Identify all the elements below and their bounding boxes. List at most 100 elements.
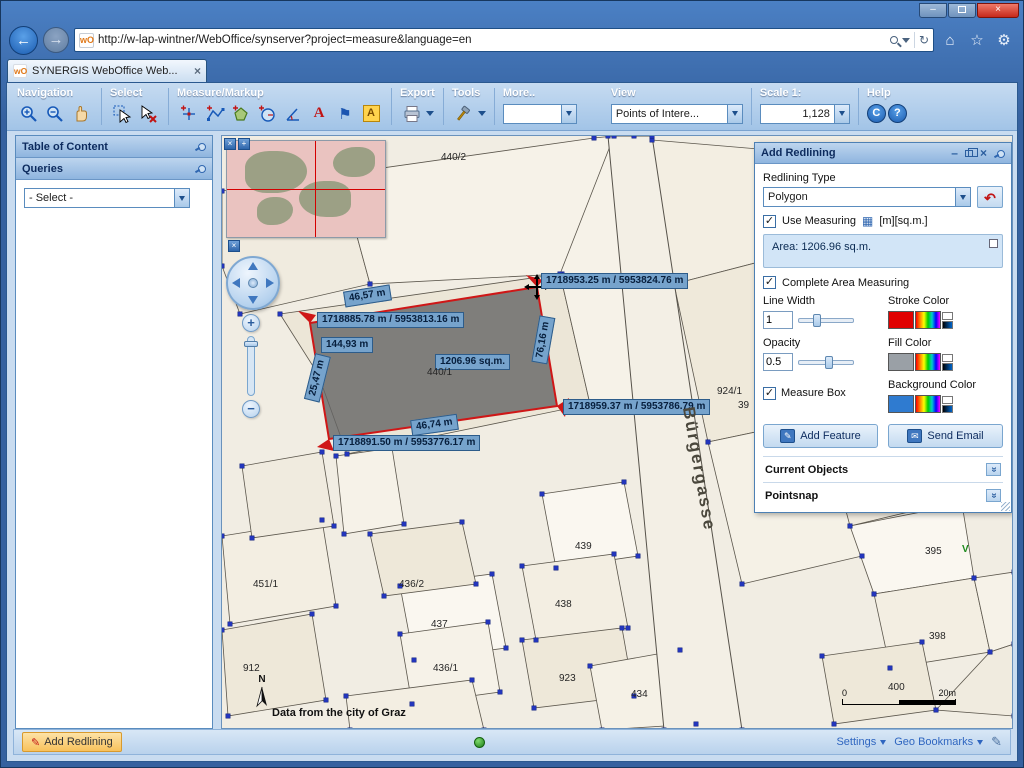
panel-close-icon[interactable]: × [980,146,987,160]
opacity-slider[interactable] [798,360,854,365]
expand-chevron-icon[interactable]: » [986,463,1001,476]
window-close-button[interactable]: × [977,3,1019,18]
opacity-input[interactable] [763,353,793,371]
export-dropdown-icon[interactable] [426,111,434,116]
measure-azimuth-tool[interactable] [281,102,305,126]
measure-distance-tool[interactable] [203,102,227,126]
url-field[interactable]: wO http://w-lap-wintner/WebOffice/synser… [74,28,934,52]
overview-pan-button[interactable]: + [238,138,250,150]
redline-flag-tool[interactable]: ⚑ [333,102,357,126]
pin-icon[interactable] [195,141,206,152]
view-dropdown[interactable]: Points of Intere... [611,104,743,124]
slider-thumb[interactable] [825,356,833,369]
copyright-button[interactable]: C [867,104,886,123]
active-tool-chip[interactable]: ✎ Add Redlining [22,732,122,752]
window-minimize-button[interactable]: – [919,3,947,18]
fill-color-swatch[interactable] [888,353,914,371]
search-icon[interactable] [890,36,898,44]
stroke-color-swatch[interactable] [888,311,914,329]
color-option[interactable] [942,396,953,404]
zoom-slider-handle[interactable] [244,341,258,347]
more-dropdown[interactable] [503,104,577,124]
slider-thumb[interactable] [813,314,821,327]
color-option[interactable] [942,312,953,320]
dropdown-button[interactable] [174,189,189,207]
background-color-picker[interactable] [888,394,1003,414]
pointsnap-section[interactable]: Pointsnap » [763,482,1003,508]
tab-close-icon[interactable]: × [194,65,201,77]
panel-pin-icon[interactable] [994,148,1005,159]
zoom-out-button[interactable]: − [242,400,260,418]
stroke-color-picker[interactable] [888,310,1003,330]
url-text[interactable]: http://w-lap-wintner/WebOffice/synserver… [98,34,886,46]
measure-circle-tool[interactable] [255,102,279,126]
line-width-input[interactable] [763,311,793,329]
dropdown-button[interactable] [727,105,742,123]
units-grid-icon[interactable]: ▦ [862,214,873,228]
queries-header[interactable]: Queries [16,158,212,180]
zoom-slider[interactable] [247,336,255,396]
url-dropdown-icon[interactable] [902,38,910,43]
line-width-slider[interactable] [798,318,854,323]
complete-area-checkbox[interactable]: ✓ [763,276,776,289]
settings-menu[interactable]: Settings [836,736,886,748]
overview-close-button[interactable]: × [224,138,236,150]
refresh-icon[interactable]: ↻ [919,29,929,51]
units-label[interactable]: [m][sq.m.] [879,215,927,227]
favorites-star-icon[interactable]: ☆ [966,31,988,49]
pan-center-button[interactable] [248,278,258,288]
use-measuring-checkbox[interactable]: ✓ [763,215,776,228]
select-features-tool[interactable] [110,102,134,126]
color-option[interactable] [942,363,953,371]
color-option[interactable] [942,354,953,362]
color-option[interactable] [942,405,953,413]
pan-compass[interactable] [226,256,280,310]
window-restore-button[interactable] [948,3,976,18]
measure-area-tool[interactable] [229,102,253,126]
zoom-in-button[interactable]: + [242,314,260,332]
tools-dropdown-icon[interactable] [478,111,486,116]
redline-text-tool[interactable]: A [307,102,331,126]
map-viewport[interactable]: 1718953.25 m / 5953824.76 m46,57 m171888… [221,135,1013,729]
color-option[interactable] [942,321,953,329]
geo-bookmarks-menu[interactable]: Geo Bookmarks [894,736,983,748]
forward-button[interactable]: → [43,27,69,53]
background-rainbow-swatch[interactable] [915,395,941,413]
add-feature-button[interactable]: ✎ Add Feature [763,424,878,448]
help-button[interactable]: ? [888,104,907,123]
background-color-swatch[interactable] [888,395,914,413]
measure-coordinate-tool[interactable] [177,102,201,126]
dropdown-button[interactable] [561,105,576,123]
expand-chevron-icon[interactable]: » [986,489,1001,502]
redline-label-tool[interactable]: A [359,102,383,126]
undo-button[interactable]: ↶ [977,186,1003,208]
zoom-out-tool[interactable] [43,102,67,126]
current-objects-section[interactable]: Current Objects » [763,456,1003,482]
pan-north-arrow-icon[interactable] [248,262,258,270]
scale-dropdown[interactable]: 1,128 [760,104,850,124]
fill-color-picker[interactable] [888,352,1003,372]
dropdown-button[interactable] [955,188,970,206]
send-email-button[interactable]: ✉ Send Email [888,424,1003,448]
pan-east-arrow-icon[interactable] [266,278,274,288]
fill-rainbow-swatch[interactable] [915,353,941,371]
redlining-type-select[interactable]: Polygon [763,187,971,207]
tab-weboffice[interactable]: wO SYNERGIS WebOffice Web... × [7,59,207,82]
pan-tool[interactable] [69,102,93,126]
nav-widget-close-button[interactable]: × [228,240,240,252]
redlining-panel-header[interactable]: Add Redlining – × [755,143,1011,164]
pin-icon[interactable] [195,163,206,174]
detach-icon[interactable] [989,239,998,248]
print-tool[interactable] [400,102,424,126]
back-button[interactable]: ← [9,26,38,55]
clear-selection-tool[interactable] [136,102,160,126]
overview-map[interactable] [226,140,386,238]
settings-gear-icon[interactable]: ⚙ [993,31,1015,49]
edit-pencil-icon[interactable]: ✎ [991,734,1002,750]
stroke-rainbow-swatch[interactable] [915,311,941,329]
panel-resize-grip[interactable] [1001,502,1010,511]
pan-south-arrow-icon[interactable] [248,296,258,304]
panel-restore-icon[interactable] [965,150,973,157]
home-icon[interactable]: ⌂ [939,32,961,49]
tools-menu-button[interactable] [452,102,476,126]
